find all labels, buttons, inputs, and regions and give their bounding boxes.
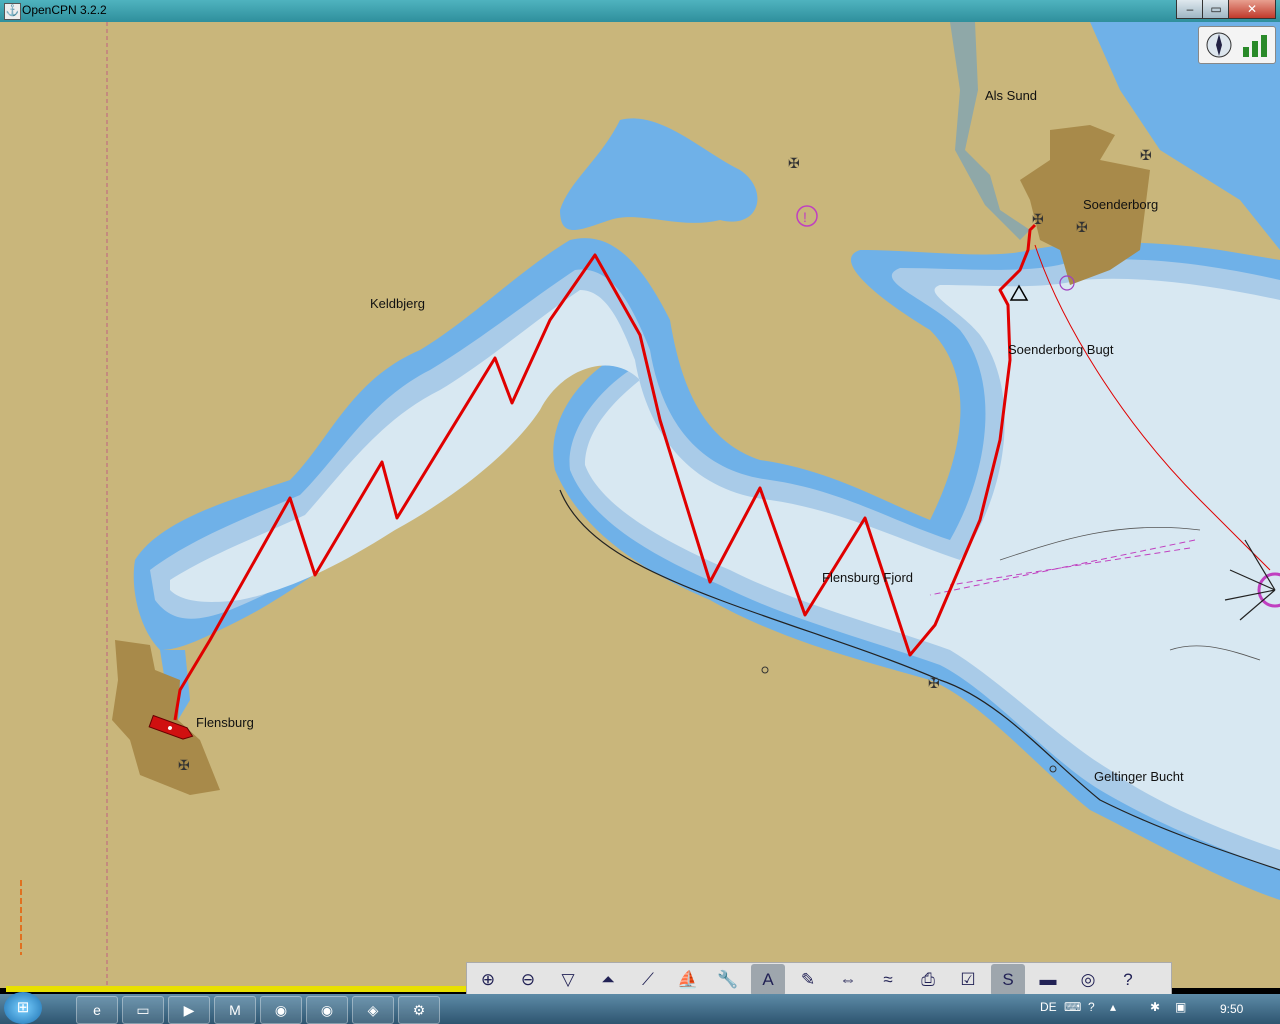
status-bar-strip	[6, 986, 468, 992]
print-button[interactable]: ⎙	[911, 964, 945, 996]
clock[interactable]: 9:50	[1220, 1002, 1243, 1016]
print-icon: ⎙	[921, 970, 935, 989]
map-label-soenderborg: Soenderborg	[1083, 197, 1159, 212]
maximize-button[interactable]: ▭	[1202, 0, 1230, 19]
mob-button[interactable]: ◎	[1071, 964, 1105, 996]
mob-icon: ◎	[1080, 970, 1096, 989]
taskbar-app-6[interactable]: ◉	[306, 996, 348, 1024]
language-indicator[interactable]: DE	[1040, 1000, 1057, 1014]
church-icon-6: ✠	[178, 757, 190, 773]
start-button[interactable]: ⊞	[4, 992, 42, 1024]
text-icon: A	[762, 970, 774, 989]
help-tray-icon[interactable]: ?	[1088, 1000, 1095, 1014]
follow-ship-icon: ⛵	[677, 970, 699, 989]
dashboard-button[interactable]: ☑	[951, 964, 985, 996]
tide-icon: ≈	[883, 970, 893, 989]
route-icon: ⟋	[642, 970, 654, 989]
windows-taskbar: ⊞ e ▭ ▶ M ◉ ◉ ◈ ⚙ DE ⌨ ? ▴ ✱ ▣ 9:50	[0, 992, 1280, 1024]
show-hidden-icons[interactable]: ▴	[1110, 1000, 1116, 1014]
chart-canvas[interactable]: ✠ ✠ ✠ ✠ ✠ ✠ ! Als Sund Soenderborg Keldb…	[0, 22, 1280, 988]
keyboard-icon[interactable]: ⌨	[1064, 1000, 1081, 1014]
help-button[interactable]: ?	[1111, 964, 1145, 996]
church-icon-5: ✠	[928, 675, 940, 691]
north-up-button[interactable]: ⏶	[591, 964, 625, 996]
text-button[interactable]: A	[751, 964, 785, 996]
help-icon: ?	[1123, 970, 1133, 989]
route-manager-button[interactable]: ✎	[791, 964, 825, 996]
chart-quilt-button[interactable]: ▽	[551, 964, 585, 996]
ais-icon: ⇔	[839, 970, 857, 989]
network-icon[interactable]: ▣	[1175, 1000, 1186, 1014]
taskbar-app-1[interactable]: e	[76, 996, 118, 1024]
opencpn-app-icon: ⚓	[4, 3, 21, 20]
zoom-out-icon: ⊖	[520, 970, 536, 989]
taskbar-app-5[interactable]: ◉	[260, 996, 302, 1024]
minimize-button[interactable]: –	[1176, 0, 1204, 19]
zoom-in-icon: ⊕	[480, 970, 496, 989]
map-label-flensburg: Flensburg	[196, 715, 254, 730]
title-bar: ⚓ OpenCPN 3.2.2 – ▭ ✕	[0, 0, 1280, 22]
north-up-icon: ⏶	[601, 970, 615, 989]
follow-ship-button[interactable]: ⛵	[671, 964, 705, 996]
ais-button[interactable]: ⇔	[831, 964, 865, 996]
taskbar-app-7[interactable]: ◈	[352, 996, 394, 1024]
fjord-deep	[170, 278, 1280, 850]
taskbar-app-3[interactable]: ▶	[168, 996, 210, 1024]
map-label-soenderborg-bugt: Soenderborg Bugt	[1008, 342, 1114, 357]
svg-text:!: !	[803, 209, 807, 225]
zoom-out-button[interactable]: ⊖	[511, 964, 545, 996]
zoom-in-button[interactable]: ⊕	[471, 964, 505, 996]
caution-icon	[796, 205, 818, 227]
church-icon-4: ✠	[1076, 219, 1088, 235]
tide-button[interactable]: ≈	[871, 964, 905, 996]
map-label-flensburg-fjord: Flensburg Fjord	[822, 570, 914, 585]
route-button[interactable]: ⟋	[631, 964, 665, 996]
church-icon-1: ✠	[788, 155, 800, 171]
track-icon: S	[1002, 970, 1014, 989]
taskbar-app-4[interactable]: M	[214, 996, 256, 1024]
taskbar-app-8[interactable]: ⚙	[398, 996, 440, 1024]
settings-button[interactable]: 🔧	[711, 964, 745, 996]
north-lake	[560, 118, 758, 230]
color-scheme-button[interactable]: ▬	[1031, 964, 1065, 996]
taskbar-app-2[interactable]: ▭	[122, 996, 164, 1024]
map-label-keldbjerg: Keldbjerg	[370, 296, 425, 311]
gps-compass-icon	[1206, 32, 1267, 58]
church-icon-3: ✠	[1032, 211, 1044, 227]
route-manager-icon: ✎	[800, 970, 816, 989]
main-toolbar: ⊕ ⊖ ▽ ⏶ ⟋ ⛵ 🔧 A ✎ ⇔ ≈ ⎙ ☑ S ▬ ◎?	[466, 962, 1172, 998]
chart-drawing: ✠ ✠ ✠ ✠ ✠ ✠ !	[20, 22, 1280, 988]
chart-quilt-icon: ▽	[561, 970, 575, 989]
settings-icon: 🔧	[717, 970, 739, 989]
track-button[interactable]: S	[991, 964, 1025, 996]
compass-widget[interactable]	[1198, 26, 1276, 64]
window-title: OpenCPN 3.2.2	[22, 3, 107, 17]
map-label-geltinger-bucht: Geltinger Bucht	[1094, 769, 1184, 784]
church-icon-2: ✠	[1140, 147, 1152, 163]
dashboard-icon: ☑	[960, 970, 976, 989]
close-button[interactable]: ✕	[1228, 0, 1276, 19]
color-scheme-icon: ▬	[1039, 970, 1057, 989]
map-label-als-sund: Als Sund	[985, 88, 1038, 103]
bluetooth-icon[interactable]: ✱	[1150, 1000, 1160, 1014]
